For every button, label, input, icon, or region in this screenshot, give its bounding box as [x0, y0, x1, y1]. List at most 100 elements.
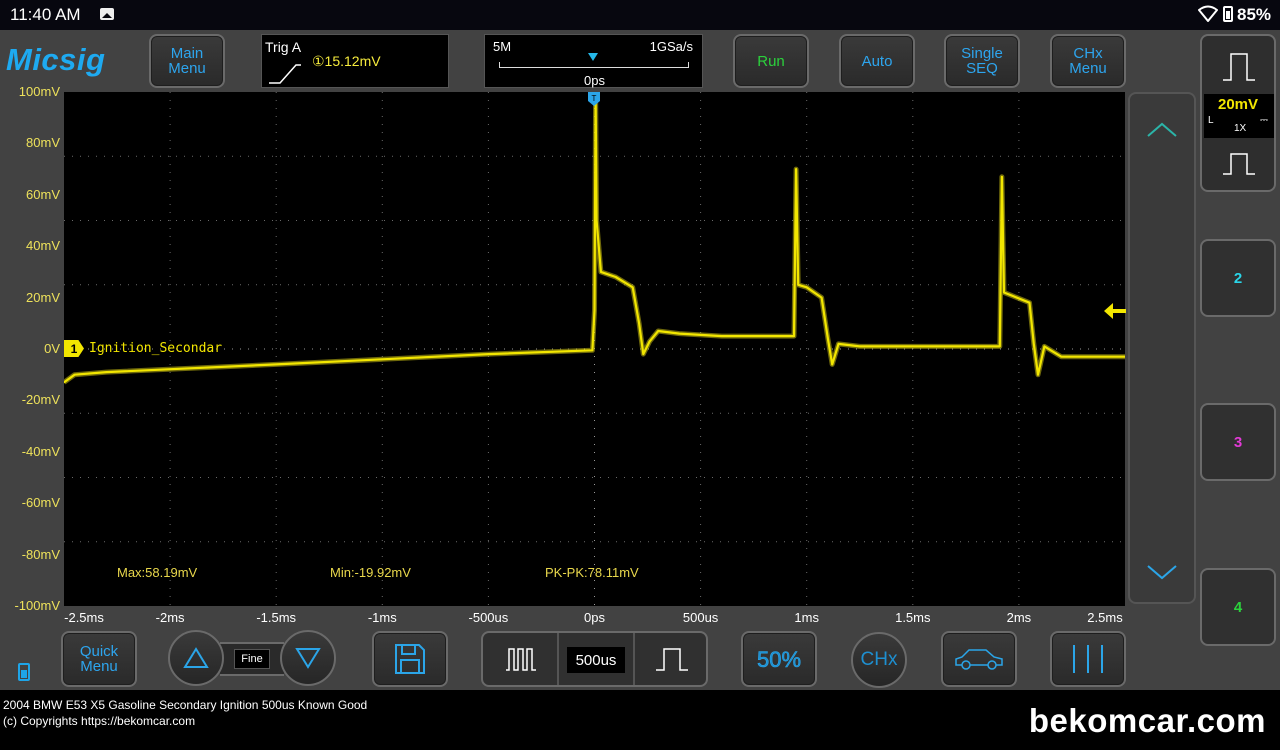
single-pulse-icon[interactable] [655, 646, 689, 672]
data-point [638, 322, 640, 325]
trigger-level: ①15.12mV [312, 53, 381, 69]
run-button[interactable]: Run [733, 34, 809, 88]
quick-menu-button[interactable]: Quick Menu [61, 631, 137, 687]
status-time: 11:40 AM [10, 5, 81, 24]
trigger-panel[interactable]: Trig A ①15.12mV [261, 34, 449, 88]
main-menu-button[interactable]: Main Menu [149, 34, 225, 88]
waveform-display[interactable] [64, 92, 1125, 606]
horizontal-position: 0ps [584, 73, 605, 88]
data-point [1009, 294, 1012, 296]
data-point [73, 373, 76, 376]
data-point [763, 335, 766, 337]
x-tick-label: 1ms [794, 610, 819, 625]
pulse-train-icon[interactable] [505, 646, 537, 672]
data-point [805, 286, 808, 289]
data-point [487, 353, 490, 355]
data-point [954, 345, 956, 348]
fifty-percent-button[interactable]: 50% [741, 631, 817, 687]
car-button[interactable] [941, 631, 1017, 687]
battery-icon [1223, 6, 1233, 22]
x-tick-label: -1.5ms [256, 610, 297, 625]
image-icon [100, 8, 114, 20]
chevron-up-icon[interactable] [1146, 122, 1178, 138]
data-point [1043, 345, 1046, 348]
chx-menu-label: CHx Menu [1069, 45, 1107, 77]
ch3-button[interactable]: 3 [1200, 403, 1276, 481]
fine-label[interactable]: Fine [234, 649, 270, 669]
trigger-level-arrow[interactable] [1104, 303, 1126, 319]
quick-menu-label: Quick Menu [79, 643, 119, 675]
caption-bar: 2004 BMW E53 X5 Gasoline Secondary Ignit… [0, 690, 1280, 750]
x-tick-label: 1.5ms [895, 610, 931, 625]
data-point [793, 335, 795, 337]
data-point [1033, 343, 1035, 345]
time-div-value[interactable]: 500us [567, 647, 625, 673]
chx-label: CHx [860, 649, 898, 670]
memory-depth: 5M [493, 39, 512, 54]
timebase-track [499, 62, 689, 68]
battery-small-icon [18, 663, 30, 681]
ch1-probe-ratio: 1X [1234, 123, 1247, 134]
pulse-wave-icon [1223, 53, 1255, 81]
data-point [999, 345, 1001, 348]
dc-coupling-icon: ⎓ [1260, 115, 1268, 126]
ch1-coupling: L [1208, 115, 1214, 126]
ch1-volts-div: 20mV [1218, 96, 1259, 113]
sample-rate: 1GSa/s [649, 39, 693, 54]
data-point [721, 335, 723, 337]
data-point [593, 309, 596, 312]
ch2-label: 2 [1233, 269, 1243, 287]
auto-button[interactable]: Auto [839, 34, 915, 88]
y-tick-label: -20mV [21, 392, 60, 408]
ch1-panel[interactable]: 20mV L 1X ⎓ [1200, 34, 1276, 192]
chx-button[interactable]: CHx [851, 632, 907, 688]
auto-label: Auto [861, 52, 893, 70]
y-tick-label: -100mV [14, 598, 60, 613]
data-point [1003, 291, 1005, 294]
waveform-svg [64, 92, 1125, 606]
y-tick-label: 60mV [26, 186, 60, 202]
data-point [105, 371, 108, 373]
battery-percent: 85% [1237, 5, 1272, 24]
main-menu-label: Main Menu [168, 45, 206, 77]
divider [557, 633, 559, 685]
ch2-button[interactable]: 2 [1200, 239, 1276, 317]
y-tick-label: -80mV [21, 546, 60, 562]
trigger-time-marker[interactable]: T [588, 92, 600, 106]
brand-logo: Micsig [6, 42, 106, 77]
svg-text:T: T [592, 94, 597, 103]
rising-edge-icon [269, 64, 301, 84]
y-tick-label: -60mV [21, 495, 60, 511]
save-button[interactable] [372, 631, 448, 687]
data-point [837, 343, 840, 345]
timebase-panel[interactable]: 5M 1GSa/s 0ps [484, 34, 703, 88]
y-tick-label: 100mV [18, 84, 60, 99]
pulse-wave-small-icon [1223, 153, 1255, 175]
data-point [1028, 301, 1031, 304]
car-icon [955, 649, 1003, 670]
ch4-button[interactable]: 4 [1200, 568, 1276, 646]
adjust-down-button[interactable] [280, 630, 336, 686]
adjust-up-button[interactable] [168, 630, 224, 686]
ch1-scale-display[interactable]: 20mV L 1X ⎓ [1204, 94, 1274, 138]
data-point [657, 330, 659, 332]
fine-adjust-group: Fine [168, 630, 336, 688]
vertical-scroll-panel[interactable] [1128, 92, 1196, 604]
wifi-icon [1198, 5, 1218, 22]
trigger-position-marker[interactable] [588, 53, 598, 61]
cursor-lines-icon [1073, 645, 1103, 673]
x-tick-label: 2ms [1006, 610, 1032, 625]
data-point [859, 345, 861, 348]
floppy-disk-icon [395, 644, 425, 674]
cursors-button[interactable] [1050, 631, 1126, 687]
chx-menu-button[interactable]: CHx Menu [1050, 34, 1126, 88]
watermark: bekomcar.com [1028, 702, 1266, 739]
y-tick-label: 80mV [26, 135, 60, 151]
run-label: Run [757, 52, 785, 70]
chevron-down-icon[interactable] [1146, 564, 1178, 580]
x-tick-label: -500us [468, 610, 509, 625]
single-seq-button[interactable]: Single SEQ [944, 34, 1020, 88]
x-tick-label: -2.5ms [64, 610, 104, 625]
data-point [831, 363, 833, 366]
data-point [648, 340, 651, 343]
